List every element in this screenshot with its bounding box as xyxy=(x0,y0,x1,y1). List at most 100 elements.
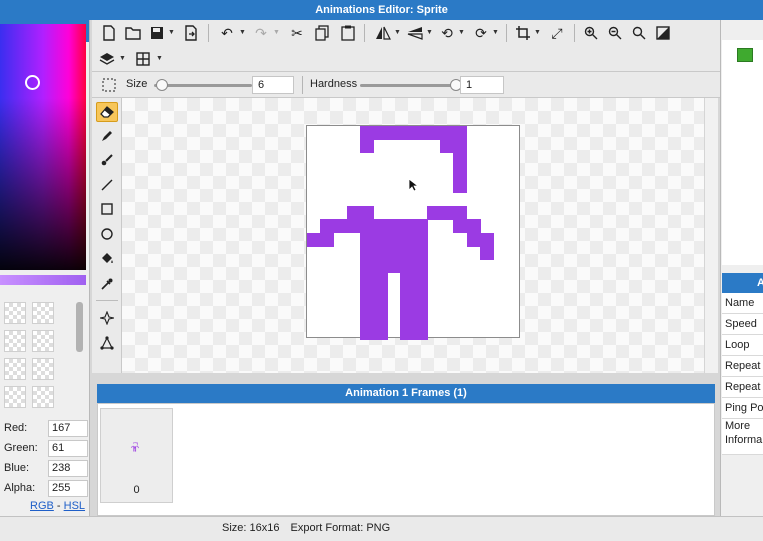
rotate-right-caret-icon[interactable]: ▼ xyxy=(492,29,499,36)
prop-repeat: Repeat xyxy=(722,356,763,377)
swatch[interactable] xyxy=(32,330,54,352)
background-toggle-icon[interactable] xyxy=(654,24,672,42)
cut-icon[interactable]: ✂ xyxy=(288,24,306,42)
brush-options-bar: Size 6 Hardness 1 xyxy=(92,72,720,98)
sprite-pixel xyxy=(413,272,428,287)
frame-preview-sprite xyxy=(131,442,139,452)
open-folder-icon[interactable] xyxy=(124,24,142,42)
fill-bucket-tool-icon[interactable] xyxy=(96,249,118,269)
swatch[interactable] xyxy=(4,386,26,408)
flip-menu-caret-icon[interactable]: ▼ xyxy=(394,29,401,36)
grid-icon[interactable] xyxy=(134,50,152,68)
hardness-input[interactable]: 1 xyxy=(460,76,504,94)
flip-vertical-icon[interactable] xyxy=(406,24,424,42)
grid-menu-caret-icon[interactable]: ▼ xyxy=(156,55,163,62)
sprite-pixel xyxy=(373,312,388,327)
thumbnail-pixel xyxy=(133,449,135,450)
sprite-pixel xyxy=(400,285,415,300)
rotate-right-icon[interactable]: ⟳ xyxy=(472,24,490,42)
thumbnail-pixel xyxy=(131,447,132,448)
swatch[interactable] xyxy=(32,386,54,408)
canvas-scrollbar[interactable] xyxy=(704,98,718,373)
size-input[interactable]: 6 xyxy=(252,76,294,94)
size-slider-track[interactable] xyxy=(154,84,252,87)
green-row: Green: 61 xyxy=(4,440,88,458)
thumbnail-pixel xyxy=(134,442,136,444)
layer-thumbnail[interactable] xyxy=(737,48,753,62)
flip-vertical-caret-icon[interactable]: ▼ xyxy=(426,29,433,36)
thumbnail-pixel xyxy=(136,445,138,447)
redo-icon[interactable]: ↷ xyxy=(252,24,270,42)
pencil-tool-icon[interactable] xyxy=(96,126,118,146)
sprite-pixel xyxy=(320,219,335,234)
swatch[interactable] xyxy=(32,302,54,324)
rgb-mode-link[interactable]: RGB xyxy=(30,500,54,512)
flip-horizontal-icon[interactable] xyxy=(374,24,392,42)
green-label: Green: xyxy=(4,442,38,454)
green-input[interactable]: 61 xyxy=(48,440,88,457)
size-slider-thumb[interactable] xyxy=(156,79,168,91)
thumbnail-pixel xyxy=(134,450,136,452)
copy-icon[interactable] xyxy=(313,24,331,42)
rotate-left-caret-icon[interactable]: ▼ xyxy=(458,29,465,36)
layers-icon[interactable] xyxy=(98,50,116,68)
eraser-tool-icon[interactable] xyxy=(96,102,118,122)
sprite-pixel xyxy=(346,205,361,220)
color-picker-field[interactable] xyxy=(0,24,86,270)
color-picker-handle[interactable] xyxy=(25,75,40,90)
sprite-pixel xyxy=(373,219,388,234)
selection-icon[interactable] xyxy=(100,76,118,94)
sprite-pixel xyxy=(373,325,388,340)
crop-menu-caret-icon[interactable]: ▼ xyxy=(534,29,541,36)
sprite-pixel xyxy=(360,139,375,154)
export-icon[interactable] xyxy=(182,24,200,42)
eyedropper-tool-icon[interactable] xyxy=(96,274,118,294)
thumbnail-pixel xyxy=(134,442,135,444)
blue-input[interactable]: 238 xyxy=(48,460,88,477)
save-menu-caret-icon[interactable]: ▼ xyxy=(168,29,175,36)
zoom-fit-icon[interactable] xyxy=(630,24,648,42)
save-icon[interactable] xyxy=(148,24,166,42)
layers-menu-caret-icon[interactable]: ▼ xyxy=(119,55,126,62)
sprite-pixel xyxy=(453,152,468,167)
thumbnail-pixel xyxy=(134,447,136,449)
sprite-pixel xyxy=(400,325,415,340)
redo-menu-caret-icon[interactable]: ▼ xyxy=(273,29,280,36)
swatch[interactable] xyxy=(32,358,54,380)
sprite-pixel xyxy=(360,285,375,300)
swatch[interactable] xyxy=(4,330,26,352)
rectangle-tool-icon[interactable] xyxy=(96,199,118,219)
hardness-slider-track[interactable] xyxy=(360,84,456,87)
thumbnail-pixel xyxy=(137,443,138,444)
resize-icon[interactable]: ⤢ xyxy=(548,24,566,42)
zoom-in-icon[interactable] xyxy=(582,24,600,42)
thumbnail-pixel xyxy=(135,449,137,450)
thumbnail-pixel xyxy=(135,449,137,451)
red-input[interactable]: 167 xyxy=(48,420,88,437)
node-tool-icon[interactable] xyxy=(96,333,118,353)
sprite-pixel xyxy=(426,126,441,140)
thumbnail-pixel xyxy=(133,449,134,450)
ellipse-tool-icon[interactable] xyxy=(96,224,118,244)
swatch[interactable] xyxy=(4,302,26,324)
undo-icon[interactable]: ↶ xyxy=(218,24,236,42)
swatch[interactable] xyxy=(4,358,26,380)
crop-icon[interactable] xyxy=(514,24,532,42)
brush-tool-icon[interactable] xyxy=(96,150,118,170)
thumbnail-pixel xyxy=(133,446,135,447)
undo-menu-caret-icon[interactable]: ▼ xyxy=(239,29,246,36)
swatches-scrollbar[interactable] xyxy=(76,302,83,352)
paste-icon[interactable] xyxy=(339,24,357,42)
sprite-canvas[interactable] xyxy=(306,125,520,340)
hue-slider[interactable] xyxy=(0,275,86,285)
zoom-out-icon[interactable] xyxy=(606,24,624,42)
new-file-icon[interactable] xyxy=(100,24,118,42)
hsl-mode-link[interactable]: HSL xyxy=(64,500,85,512)
rotate-left-icon[interactable]: ⟲ xyxy=(438,24,456,42)
status-bar: Size: 16x16 Export Format: PNG xyxy=(0,516,763,541)
alpha-input[interactable]: 255 xyxy=(48,480,88,497)
blue-label: Blue: xyxy=(4,462,30,474)
move-point-tool-icon[interactable] xyxy=(96,308,118,328)
layers-list xyxy=(722,40,763,265)
line-tool-icon[interactable] xyxy=(96,175,118,195)
